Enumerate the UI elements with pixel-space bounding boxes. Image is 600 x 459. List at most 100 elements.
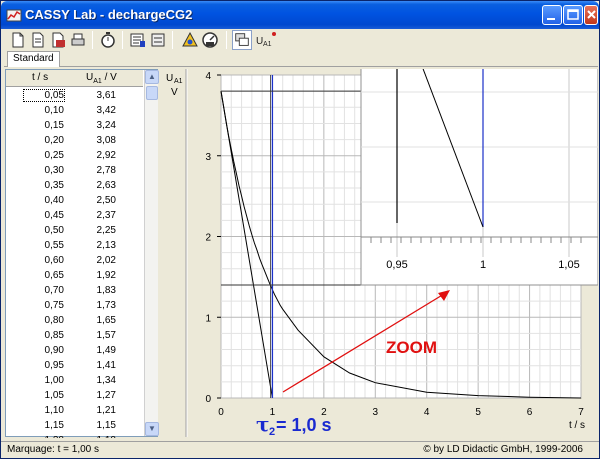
zoom-label: ZOOM <box>386 338 437 357</box>
cell-time: 0,55 <box>44 240 64 251</box>
table-row[interactable]: 0,95 1,41 <box>6 358 143 374</box>
calculator-icon[interactable] <box>180 30 200 50</box>
cell-voltage: 1,21 <box>96 405 116 416</box>
zoom-tick-label: 0,95 <box>386 259 407 271</box>
y-tick-label: 2 <box>205 233 211 244</box>
scroll-down-button[interactable]: ▼ <box>145 422 159 436</box>
meter-icon[interactable] <box>200 30 220 50</box>
cell-voltage: 3,61 <box>96 90 116 101</box>
x-axis-label: t / s <box>569 420 585 431</box>
table-row[interactable]: 0,35 2,63 <box>6 178 143 194</box>
close-icon <box>587 10 596 19</box>
y-tick-label: 4 <box>205 71 211 82</box>
table-row[interactable]: 0,20 3,08 <box>6 133 143 149</box>
channel-ua1-icon[interactable]: U A1 <box>254 30 278 50</box>
cell-time: 1,15 <box>44 420 64 431</box>
table-row[interactable]: 1,05 1,27 <box>6 388 143 404</box>
scroll-up-button[interactable]: ▲ <box>145 70 159 84</box>
window-title: CASSY Lab - dechargeCG2 <box>25 7 193 22</box>
graph-panel[interactable]: 0 1 2 3 4 0 1 2 3 4 5 6 7 U A1 Vt / s 0,95 1 1,05 ZOOM τ 2 = … <box>161 69 598 437</box>
table-row[interactable]: 1,10 1,21 <box>6 403 143 419</box>
print-icon[interactable] <box>68 30 88 50</box>
table-scrollbar[interactable]: ▲ ▼ <box>144 70 159 436</box>
cell-time: 0,35 <box>44 180 64 191</box>
cell-voltage: 2,37 <box>96 210 116 221</box>
table-row[interactable]: 1,20 1,10 <box>6 433 143 438</box>
table-row[interactable]: 0,50 2,25 <box>6 223 143 239</box>
maximize-button[interactable] <box>563 5 583 25</box>
cell-voltage: 1,83 <box>96 285 116 296</box>
minimize-icon <box>547 18 555 20</box>
y-axis-unit: V <box>171 87 178 98</box>
scroll-thumb[interactable] <box>146 86 158 100</box>
y-tick-label: 0 <box>205 394 211 405</box>
y-axis-label-sub: A1 <box>174 78 183 85</box>
close-button[interactable] <box>584 5 598 25</box>
column-header-time[interactable]: t / s <box>32 72 48 83</box>
toolbar: U A1 <box>4 30 598 50</box>
table-row[interactable]: 1,15 1,15 <box>6 418 143 434</box>
cell-time: 0,10 <box>44 105 64 116</box>
cell-time: 0,70 <box>44 285 64 296</box>
parameter-icon[interactable] <box>148 30 168 50</box>
open-file-icon[interactable] <box>28 30 48 50</box>
toolbar-separator <box>172 31 173 49</box>
cell-voltage: 1,27 <box>96 390 116 401</box>
table-row[interactable]: 0,45 2,37 <box>6 208 143 224</box>
table-row[interactable]: 1,00 1,34 <box>6 373 143 389</box>
title-bar[interactable]: CASSY Lab - dechargeCG2 <box>1 1 599 29</box>
tab-standard[interactable]: Standard <box>7 51 60 67</box>
table-row[interactable]: 0,80 1,65 <box>6 313 143 329</box>
tau-symbol: τ <box>256 412 269 436</box>
voltage-graph[interactable]: 012340 1 2 3 4 5 6 7U A1Vt / s0,95 1 1,05ZOOMτ 2 = … <box>161 69 598 437</box>
tab-bar: Standard <box>4 51 598 67</box>
column-header-voltage-unit: / V <box>101 72 117 83</box>
app-window: CASSY Lab - dechargeCG2 UA1 Standard t <box>0 0 600 459</box>
table-row[interactable]: 0,70 1,83 <box>6 283 143 299</box>
cell-voltage: 3,42 <box>96 105 116 116</box>
toolbar-separator <box>122 31 123 49</box>
stopwatch-icon[interactable] <box>98 30 118 50</box>
measurement-table[interactable]: t / s UA1 / V 0,05 3,61 0,10 3,42 0,15 3,24 0,… <box>5 69 159 438</box>
y-tick-label: 1 <box>205 313 211 324</box>
x-tick-label: 1 <box>270 407 276 418</box>
cell-voltage: 3,24 <box>96 120 116 131</box>
table-row[interactable]: 0,15 3,24 <box>6 118 143 134</box>
cell-time: 0,30 <box>44 165 64 176</box>
save-file-icon[interactable] <box>48 30 68 50</box>
new-file-icon[interactable] <box>8 30 28 50</box>
table-row[interactable]: 0,60 2,02 <box>6 253 143 269</box>
svg-text:A1: A1 <box>263 41 272 48</box>
table-row[interactable]: 0,55 2,13 <box>6 238 143 254</box>
table-row[interactable]: 0,90 1,49 <box>6 343 143 359</box>
cell-voltage: 1,92 <box>96 270 116 281</box>
table-header: t / s UA1 / V <box>6 70 143 87</box>
table-row[interactable]: 0,05 3,61 <box>6 88 143 104</box>
column-header-voltage[interactable]: UA1 / V <box>86 72 117 85</box>
status-bar: Marquage: t = 1,00 s © by LD Didactic Gm… <box>1 441 599 458</box>
toolbar-separator <box>226 31 227 49</box>
table-row[interactable]: 0,25 2,92 <box>6 148 143 164</box>
table-row[interactable]: 0,65 1,92 <box>6 268 143 284</box>
cell-time: 0,90 <box>44 345 64 356</box>
table-row[interactable]: 0,85 1,57 <box>6 328 143 344</box>
cell-time: 0,25 <box>44 150 64 161</box>
table-row[interactable]: 0,10 3,42 <box>6 103 143 119</box>
settings-icon[interactable] <box>128 30 148 50</box>
cell-time: 0,05 <box>23 89 65 102</box>
cell-voltage: 1,65 <box>96 315 116 326</box>
maximize-icon <box>567 9 579 20</box>
minimize-button[interactable] <box>542 5 562 25</box>
x-tick-label: 7 <box>578 407 584 418</box>
table-row[interactable]: 0,40 2,50 <box>6 193 143 209</box>
chevron-up-icon: ▲ <box>148 72 156 81</box>
x-tick-label: 6 <box>527 407 533 418</box>
table-row[interactable]: 0,30 2,78 <box>6 163 143 179</box>
cell-time: 1,20 <box>24 435 64 438</box>
x-tick-label: 0 <box>218 407 224 418</box>
display-window-icon[interactable] <box>232 30 252 50</box>
cell-voltage: 2,13 <box>96 240 116 251</box>
table-row[interactable]: 0,75 1,73 <box>6 298 143 314</box>
x-tick-label: 4 <box>424 407 430 418</box>
zoom-tick-label: 1 <box>480 259 486 271</box>
